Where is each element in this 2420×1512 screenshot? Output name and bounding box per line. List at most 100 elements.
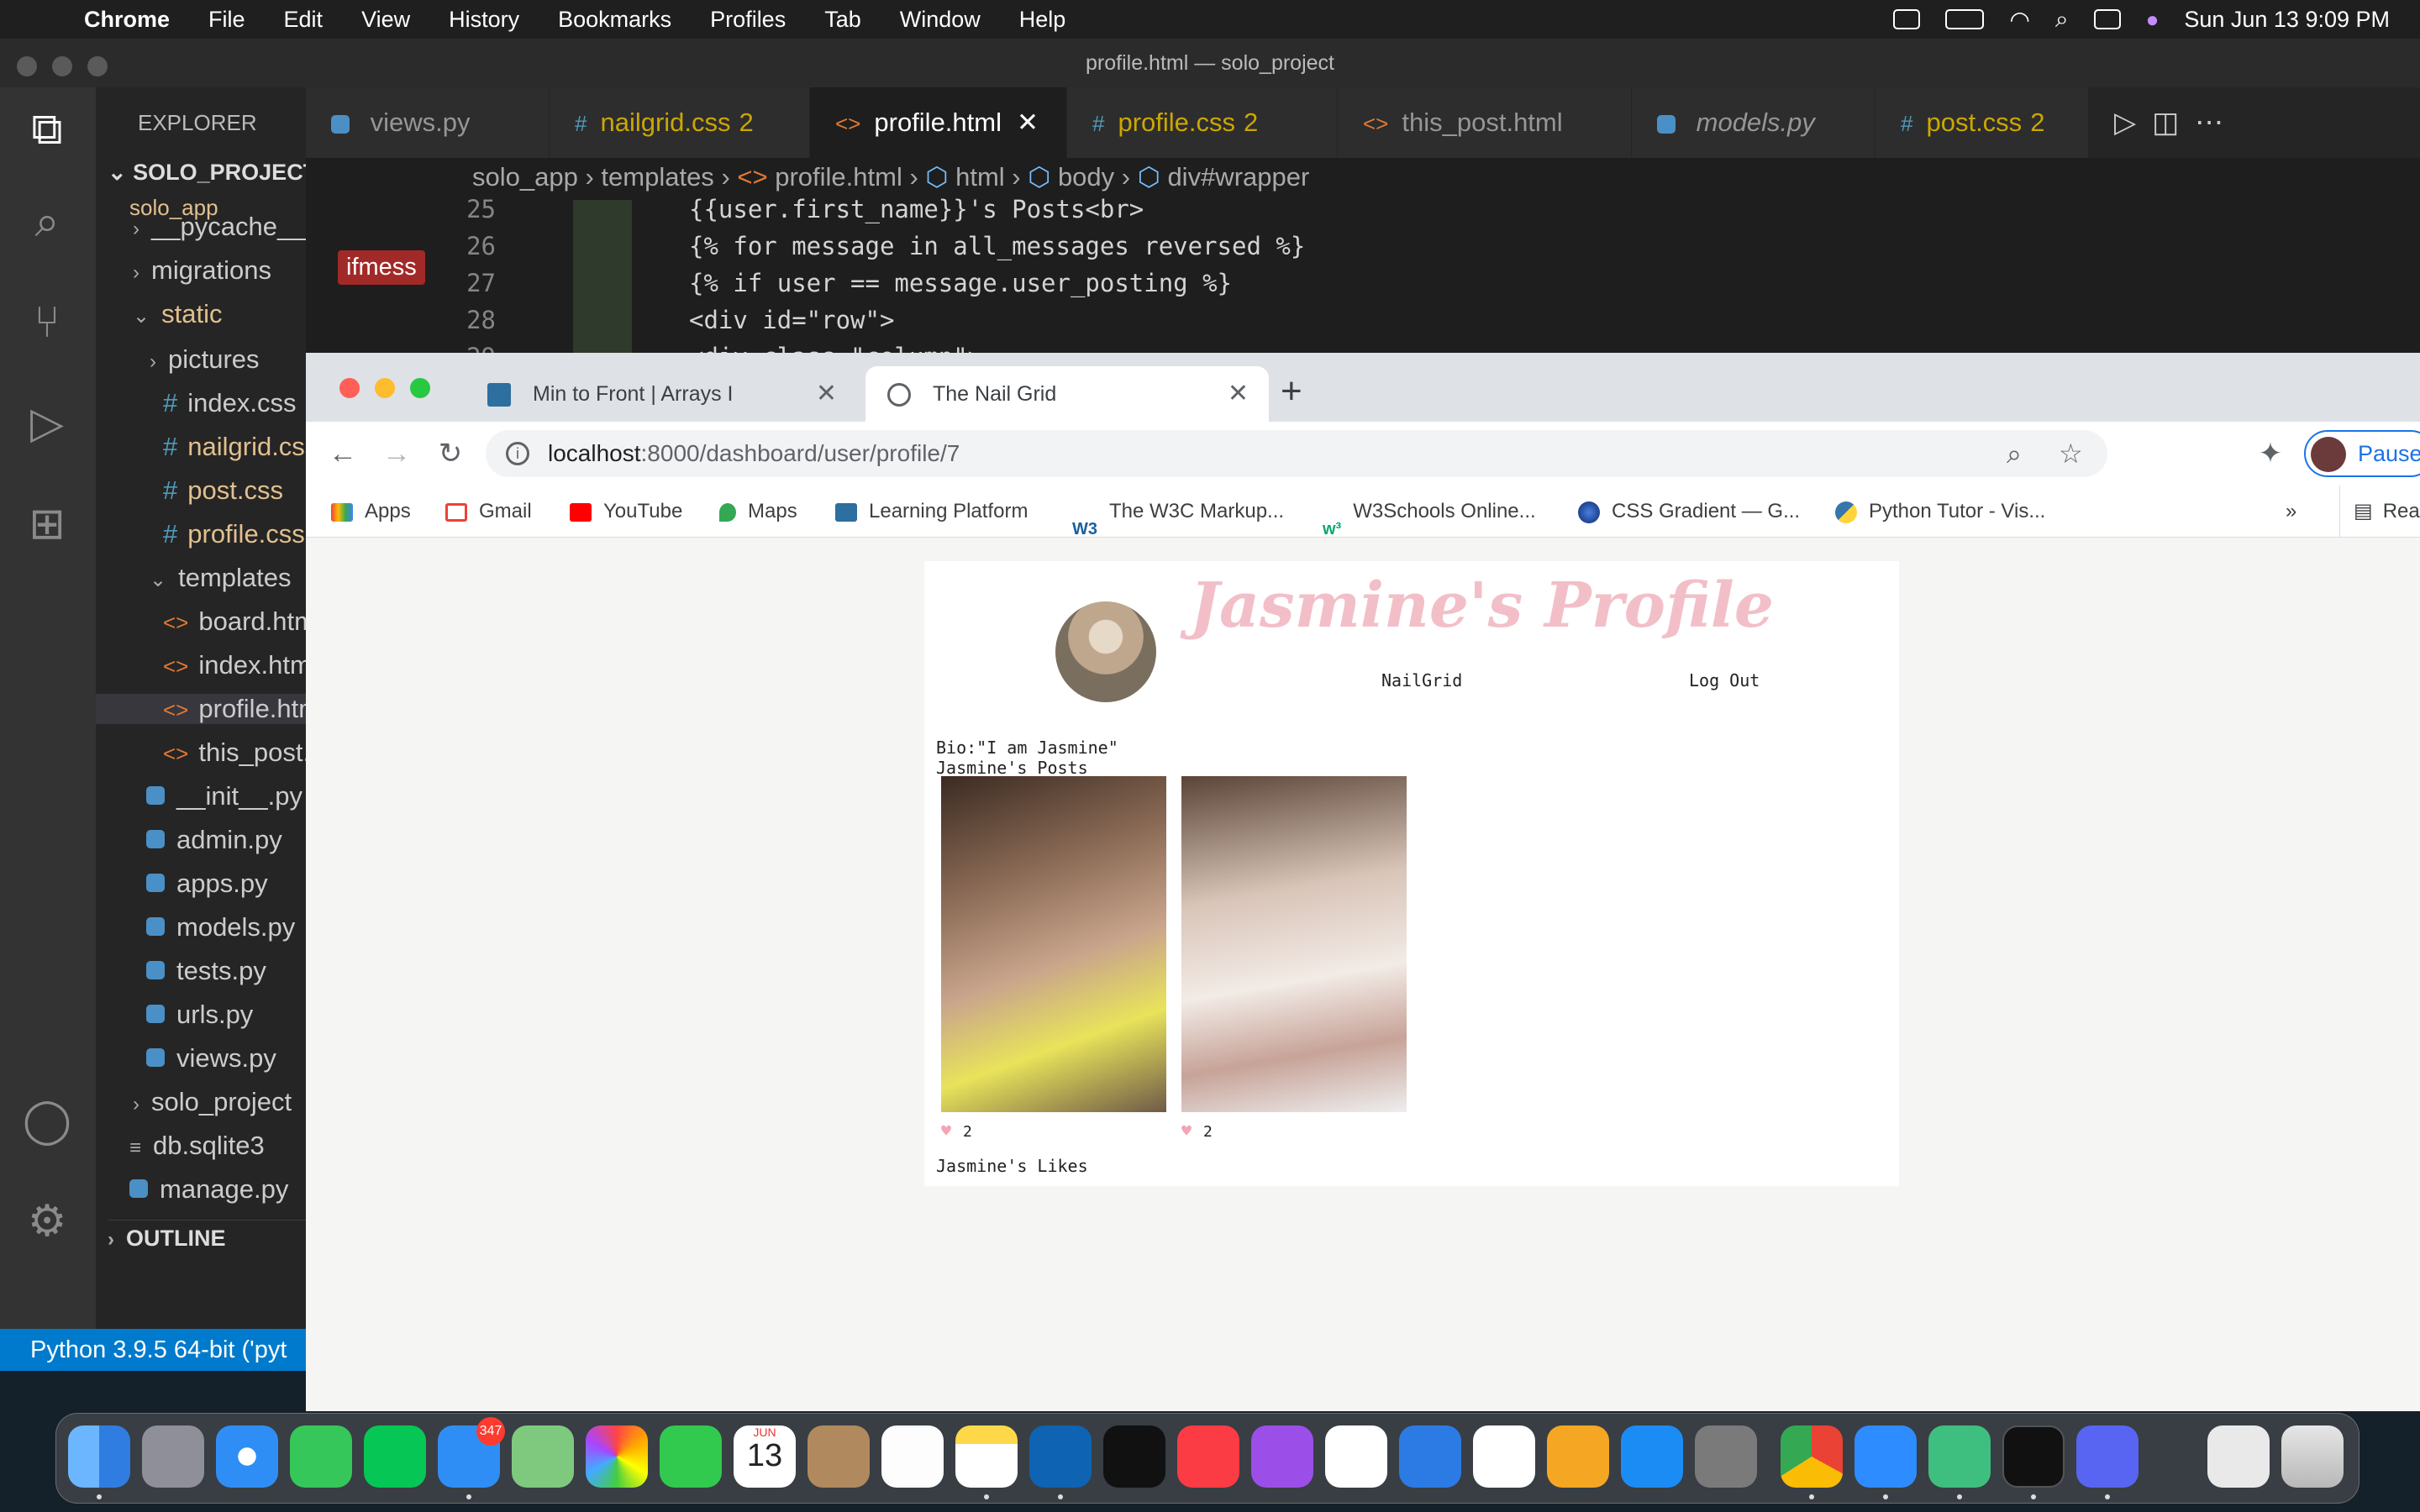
post-image[interactable] [1181, 776, 1407, 1112]
reading-list-button[interactable]: ▤ Read [2339, 486, 2420, 538]
close-tab-icon[interactable]: ✕ [1017, 108, 1039, 137]
bookmark-w3schools[interactable]: w³ W3Schools Online... [1323, 486, 1536, 538]
vscode-app-icon[interactable] [1029, 1425, 1092, 1488]
nav-link-logout[interactable]: Log Out [1689, 670, 1760, 690]
new-tab-button[interactable]: + [1281, 366, 1302, 417]
close-tab-icon[interactable]: ✕ [816, 366, 837, 422]
minimize-window-button[interactable] [52, 56, 72, 76]
zoom-app-icon[interactable] [1854, 1425, 1917, 1488]
tree-item[interactable]: models.py [146, 912, 295, 942]
app-store-icon[interactable] [1621, 1425, 1683, 1488]
code-line[interactable]: {% if user == message.user_posting %} [689, 269, 1232, 297]
control-center-icon[interactable] [2093, 9, 2121, 29]
tab-models-py[interactable]: models.py [1632, 87, 1876, 158]
contacts-icon[interactable] [808, 1425, 870, 1488]
trash-icon[interactable] [2281, 1425, 2344, 1488]
atom-app-icon[interactable] [1928, 1425, 1991, 1488]
extensions-puzzle-icon[interactable]: ✦ [2250, 433, 2291, 474]
notes-icon[interactable] [955, 1425, 1018, 1488]
run-debug-icon[interactable]: ▷ [22, 398, 72, 449]
safari-icon[interactable] [216, 1425, 278, 1488]
search-icon[interactable]: ⌕ [22, 197, 72, 247]
bookmark-maps[interactable]: Maps [719, 486, 797, 538]
bookmark-star-icon[interactable]: ☆ [2059, 430, 2083, 477]
tree-item[interactable]: <> index.html [163, 650, 306, 680]
menu-bookmarks[interactable]: Bookmarks [539, 7, 691, 33]
photos-icon[interactable] [586, 1425, 648, 1488]
address-bar[interactable]: i localhost:8000/dashboard/user/profile/… [486, 430, 2107, 477]
menu-profiles[interactable]: Profiles [691, 7, 805, 33]
post-image[interactable] [941, 776, 1166, 1112]
back-arrow-icon[interactable]: ← [323, 433, 363, 474]
post-card[interactable]: ♥ 2 [941, 776, 1166, 1141]
siri-icon[interactable]: ● [2146, 7, 2160, 33]
breadcrumb-item[interactable]: div#wrapper [1167, 162, 1309, 192]
breadcrumb-item[interactable]: body [1058, 162, 1114, 192]
menu-help[interactable]: Help [1000, 7, 1086, 33]
code-line[interactable]: <div id="row"> [689, 306, 894, 334]
tree-item[interactable]: ⌄ templates [150, 563, 292, 593]
accounts-icon[interactable]: ◯ [22, 1095, 72, 1146]
tree-item[interactable]: urls.py [146, 1000, 253, 1030]
tree-item[interactable]: # profile.css [163, 519, 305, 549]
numbers-icon[interactable] [1473, 1425, 1535, 1488]
profile-button[interactable]: Pause [2304, 430, 2420, 477]
close-tab-icon[interactable]: ✕ [1228, 366, 1249, 422]
tab-profile-css[interactable]: # profile.css 2 [1067, 87, 1338, 158]
menu-edit[interactable]: Edit [265, 7, 343, 33]
explorer-icon[interactable]: ⧉ [22, 104, 72, 155]
bookmark-python-tutor[interactable]: Python Tutor - Vis... [1835, 486, 2045, 538]
tree-item[interactable]: ≡ db.sqlite3 [129, 1131, 265, 1161]
bookmark-gmail[interactable]: Gmail [445, 486, 532, 538]
tree-item[interactable]: # nailgrid.css [163, 432, 306, 462]
zoom-window-button[interactable] [87, 56, 108, 76]
battery-icon[interactable] [1945, 9, 1985, 29]
calendar-icon[interactable]: JUN 13 [734, 1425, 796, 1488]
tree-item[interactable]: views.py [146, 1043, 276, 1074]
code-line[interactable]: {% for message in all_messages reversed … [689, 232, 1305, 260]
keynote-icon[interactable] [1399, 1425, 1461, 1488]
menu-app-name[interactable]: Chrome [76, 7, 189, 33]
tab-post-css[interactable]: # post.css 2 [1876, 87, 2089, 158]
extensions-icon[interactable]: ⊞ [22, 499, 72, 549]
post-card[interactable]: ♥ 2 [1181, 776, 1407, 1141]
breadcrumb-item[interactable]: html [955, 162, 1005, 192]
breadcrumb-item[interactable]: templates [601, 162, 713, 192]
close-window-button[interactable] [339, 378, 360, 398]
minimize-window-button[interactable] [375, 378, 395, 398]
wifi-icon[interactable]: ◠ [2009, 6, 2029, 34]
settings-gear-icon[interactable]: ⚙ [22, 1196, 72, 1247]
more-actions-icon[interactable]: ⋯ [2195, 107, 2223, 139]
forward-arrow-icon[interactable]: → [376, 433, 417, 474]
screen-record-icon[interactable] [1893, 9, 1921, 29]
discord-icon[interactable] [2076, 1425, 2139, 1488]
tree-item[interactable]: ⌄ static [133, 299, 222, 329]
apple-tv-icon[interactable] [1103, 1425, 1165, 1488]
browser-tab-active[interactable]: The Nail Grid ✕ [865, 366, 1269, 422]
zoom-icon[interactable]: ⌕ [2007, 430, 2022, 477]
tree-item[interactable]: __init__.py [146, 781, 302, 811]
menu-tab[interactable]: Tab [805, 7, 881, 33]
tab-this-post-html[interactable]: <> this_post.html [1338, 87, 1632, 158]
bookmark-youtube[interactable]: YouTube [570, 486, 682, 538]
close-window-button[interactable] [17, 56, 37, 76]
tree-item[interactable]: › __pycache__ [133, 212, 306, 242]
launchpad-icon[interactable] [142, 1425, 204, 1488]
breadcrumb-item[interactable]: profile.html [775, 162, 902, 192]
menu-view[interactable]: View [342, 7, 429, 33]
line-app-icon[interactable] [364, 1425, 426, 1488]
bookmark-w3c[interactable]: W3 The W3C Markup... [1072, 486, 1284, 538]
podcasts-icon[interactable] [1251, 1425, 1313, 1488]
menu-history[interactable]: History [429, 7, 539, 33]
tree-item[interactable]: › solo_project [133, 1087, 292, 1117]
source-control-icon[interactable]: ⑂ [22, 297, 72, 348]
pages-icon[interactable] [1547, 1425, 1609, 1488]
tab-profile-html[interactable]: <> profile.html ✕ [810, 87, 1067, 158]
downloads-stack-icon[interactable] [2207, 1425, 2270, 1488]
tree-item[interactable]: apps.py [146, 869, 268, 899]
tree-item[interactable]: manage.py [129, 1174, 288, 1205]
chrome-app-icon[interactable] [1781, 1425, 1843, 1488]
music-icon[interactable] [1177, 1425, 1239, 1488]
tab-nailgrid-css[interactable]: # nailgrid.css 2 [550, 87, 810, 158]
bookmarks-overflow-button[interactable]: » [2286, 486, 2296, 538]
